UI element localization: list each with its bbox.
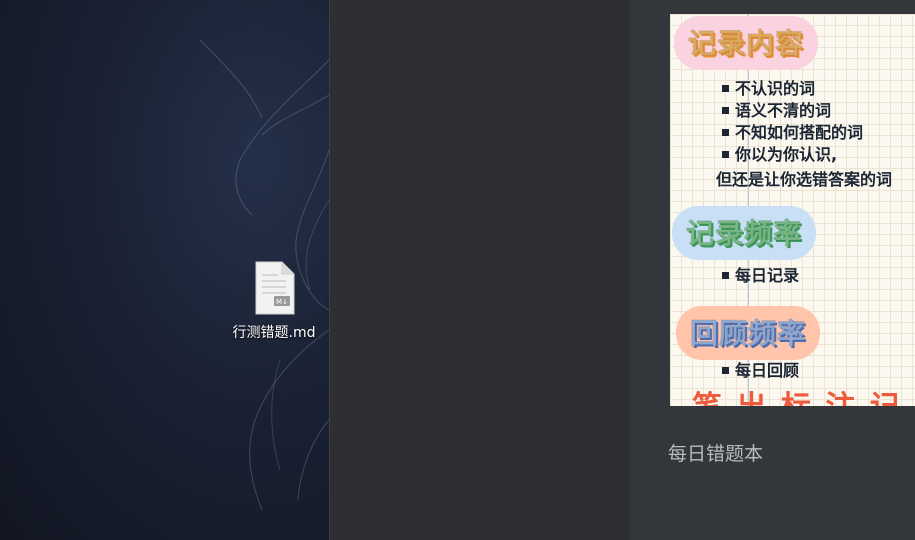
section-heading-review-frequency: 回顾频率	[676, 306, 821, 360]
bullet-square-icon	[722, 272, 729, 279]
file-name-label: 行测错题.md	[232, 325, 316, 341]
file-badge: M↓	[276, 298, 288, 306]
list-item-continuation: 但还是让你选错答案的词	[716, 170, 893, 189]
bullet-square-icon	[722, 367, 729, 374]
section-heading-record-content: 记录内容	[674, 16, 819, 70]
review-frequency-list: 每日回顾	[722, 360, 799, 382]
record-content-list: 不认识的词 语义不清的词 不知如何搭配的词 你以为你认识,	[722, 78, 863, 166]
section-heading-record-frequency: 记录频率	[672, 206, 817, 260]
desktop-file-item[interactable]: M↓ 行测错题.md	[224, 258, 324, 348]
list-item: 语义不清的词	[722, 100, 863, 122]
desktop-wallpaper: M↓ 行测错题.md	[0, 0, 329, 540]
markdown-file-icon: M↓	[255, 261, 295, 315]
bullet-square-icon	[722, 107, 729, 114]
middle-pane	[330, 0, 630, 540]
cutoff-heading: 笔 出 标 注 记	[692, 382, 902, 406]
list-item: 不认识的词	[722, 78, 863, 100]
record-frequency-list: 每日记录	[722, 265, 799, 287]
list-item: 不知如何搭配的词	[722, 122, 863, 144]
list-item: 每日回顾	[722, 360, 799, 382]
list-item: 你以为你认识,	[722, 144, 863, 166]
bullet-square-icon	[722, 151, 729, 158]
bullet-square-icon	[722, 129, 729, 136]
note-title[interactable]: 每日错题本	[668, 439, 763, 466]
bullet-square-icon	[722, 85, 729, 92]
list-item: 每日记录	[722, 265, 799, 287]
note-thumbnail-image[interactable]: 记录内容 不认识的词 语义不清的词 不知如何搭配的词 你以为你认识, 但还是让你…	[670, 14, 915, 406]
